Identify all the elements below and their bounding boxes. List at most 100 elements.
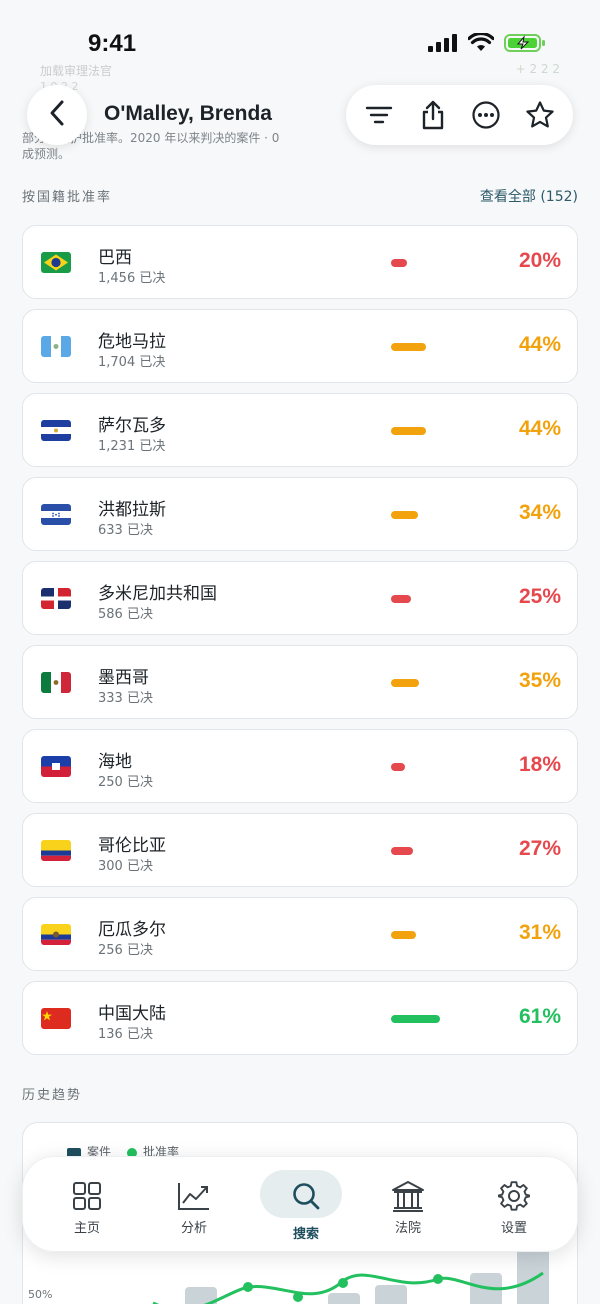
favorite-button[interactable] <box>520 95 560 135</box>
rate-point <box>338 1278 348 1288</box>
section-header: 按国籍批准率 查看全部 (152) <box>22 186 578 206</box>
chart-icon <box>177 1181 211 1211</box>
mexico-flag-icon <box>41 672 71 693</box>
approval-rate-value: 20% <box>518 249 561 272</box>
chevron-left-icon <box>47 99 67 131</box>
brazil-flag-icon <box>41 252 71 273</box>
decided-count: 136 已决 <box>98 1027 153 1042</box>
country-name: 萨尔瓦多 <box>98 416 166 436</box>
wifi-icon <box>467 31 495 57</box>
history-title: 历史趋势 <box>22 1088 83 1103</box>
country-row[interactable]: 萨尔瓦多 1,231 已决 44% <box>22 393 578 467</box>
country-row[interactable]: 海地 250 已决 18% <box>22 729 578 803</box>
approval-rate-bar <box>391 259 407 267</box>
battery-charging-icon <box>504 33 546 57</box>
tab-home-label: 主页 <box>73 1221 100 1236</box>
country-name: 洪都拉斯 <box>98 500 166 520</box>
decided-count: 250 已决 <box>98 775 153 790</box>
decided-count: 333 已决 <box>98 691 153 706</box>
filter-button[interactable] <box>359 95 399 135</box>
approval-rate-value: 18% <box>518 753 561 776</box>
honduras-flag-icon <box>41 504 71 525</box>
country-row[interactable]: 中国大陆 136 已决 61% <box>22 981 578 1055</box>
more-button[interactable] <box>466 95 506 135</box>
status-icons <box>428 31 546 57</box>
description-line2: 成预测。 <box>22 147 71 161</box>
y-axis-label: 50% <box>28 1288 53 1301</box>
rate-point <box>433 1274 443 1284</box>
header-actions <box>346 85 573 145</box>
decided-count: 256 已决 <box>98 943 153 958</box>
country-name: 墨西哥 <box>98 668 149 688</box>
approval-rate-value: 25% <box>518 585 561 608</box>
haiti-flag-icon <box>41 756 71 777</box>
country-name: 厄瓜多尔 <box>98 920 166 940</box>
decided-count: 1,704 已决 <box>98 355 166 370</box>
tab-courts[interactable]: 法院 <box>358 1157 458 1253</box>
tab-courts-label: 法院 <box>394 1221 421 1236</box>
country-name: 中国大陆 <box>98 1004 166 1024</box>
history-bar <box>375 1285 407 1304</box>
filter-lines-icon <box>365 106 393 124</box>
tab-bar: 主页 分析 搜索 法院 设置 <box>22 1156 578 1252</box>
ellipsis-circle-icon <box>472 101 500 129</box>
approval-rate-value: 34% <box>518 501 561 524</box>
tab-settings-label: 设置 <box>500 1221 527 1236</box>
country-name: 巴西 <box>98 248 132 268</box>
country-row[interactable]: 危地马拉 1,704 已决 44% <box>22 309 578 383</box>
grid-icon <box>72 1181 102 1211</box>
court-icon <box>391 1181 425 1212</box>
country-row[interactable]: 墨西哥 333 已决 35% <box>22 645 578 719</box>
share-button[interactable] <box>413 95 453 135</box>
tab-settings[interactable]: 设置 <box>464 1157 564 1253</box>
approval-rate-bar <box>391 847 413 855</box>
approval-rate-value: 31% <box>518 921 561 944</box>
tab-analysis-label: 分析 <box>180 1221 207 1236</box>
back-button[interactable] <box>27 85 87 145</box>
page-title: O'Malley, Brenda <box>104 102 272 125</box>
country-row[interactable]: 洪都拉斯 633 已决 34% <box>22 477 578 551</box>
tab-home[interactable]: 主页 <box>37 1157 137 1253</box>
country-row[interactable]: 巴西 1,456 已决 20% <box>22 225 578 299</box>
approval-rate-value: 35% <box>518 669 561 692</box>
decided-count: 300 已决 <box>98 859 153 874</box>
approval-rate-value: 44% <box>518 417 561 440</box>
status-time: 9:41 <box>88 30 137 57</box>
approval-rate-value: 27% <box>518 837 561 860</box>
approval-rate-bar <box>391 595 411 603</box>
decided-count: 1,456 已决 <box>98 271 166 286</box>
approval-rate-bar <box>391 763 406 771</box>
gear-icon <box>498 1181 530 1211</box>
approval-rate-bar <box>391 427 427 435</box>
country-name: 海地 <box>98 752 132 772</box>
decided-count: 633 已决 <box>98 523 153 538</box>
country-row[interactable]: 多米尼加共和国 586 已决 25% <box>22 561 578 635</box>
search-icon <box>291 1181 321 1211</box>
decided-count: 586 已决 <box>98 607 153 622</box>
decided-count: 1,231 已决 <box>98 439 166 454</box>
dominican-flag-icon <box>41 588 71 609</box>
history-bar <box>328 1293 360 1304</box>
rate-point <box>243 1282 253 1292</box>
country-row[interactable]: 厄瓜多尔 256 已决 31% <box>22 897 578 971</box>
country-name: 多米尼加共和国 <box>98 584 217 604</box>
history-bar <box>517 1249 549 1304</box>
rate-point <box>293 1292 303 1302</box>
tab-search-label: 搜索 <box>292 1227 319 1242</box>
star-icon <box>526 101 554 128</box>
country-name: 哥伦比亚 <box>98 836 166 856</box>
approval-rate-bar <box>391 931 416 939</box>
view-all-link[interactable]: 查看全部 (152) <box>480 186 578 206</box>
tab-search[interactable]: 搜索 <box>256 1157 356 1253</box>
country-name: 危地马拉 <box>98 332 166 352</box>
approval-rate-bar <box>391 1015 440 1023</box>
china-flag-icon <box>41 1008 71 1029</box>
approval-rate-bar <box>391 511 419 519</box>
approval-rate-value: 61% <box>518 1005 561 1028</box>
guatemala-flag-icon <box>41 336 71 357</box>
approval-rate-value: 44% <box>518 333 561 356</box>
country-row[interactable]: 哥伦比亚 300 已决 27% <box>22 813 578 887</box>
colombia-flag-icon <box>41 840 71 861</box>
ecuador-flag-icon <box>41 924 71 945</box>
tab-analysis[interactable]: 分析 <box>144 1157 244 1253</box>
